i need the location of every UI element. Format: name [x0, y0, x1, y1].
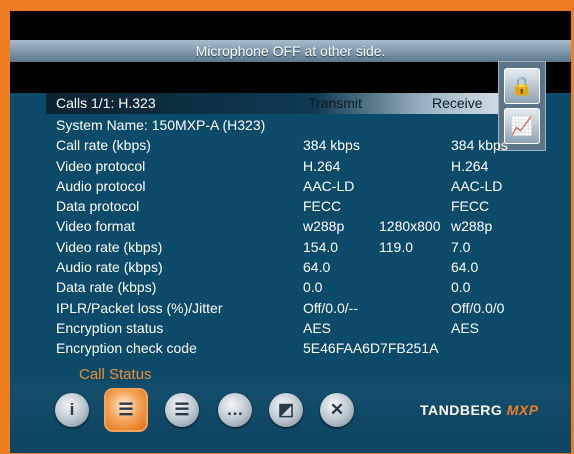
logo-brand: TANDBERG	[420, 402, 503, 418]
close-icon[interactable]: ✕	[320, 393, 354, 427]
transmit-value: 5E46FAA6D7FB251A	[303, 340, 439, 357]
row-label: Encryption check code	[56, 340, 197, 357]
receive-value: 7.0	[451, 238, 471, 255]
row-label: Data protocol	[56, 198, 140, 215]
transmit-header: Transmit	[308, 95, 362, 111]
calls-count-label: Calls 1/1: H.323	[56, 95, 156, 111]
notification-banner: Microphone OFF at other side.	[10, 40, 571, 62]
table-row: IPLR/Packet loss (%)/Jitter Off/0.0/-- Off…	[10, 298, 571, 318]
transmit-value: 64.0	[303, 259, 331, 276]
menu-icon-bar: i ☰ ☰ … ◩ ✕ TANDBERG MXP	[10, 383, 571, 439]
receive-value: AES	[451, 319, 480, 336]
row-label: System Name: 150MXP-A (H323)	[56, 117, 266, 133]
row-label: Video rate (kbps)	[56, 238, 163, 255]
table-row: Data rate (kbps) 0.0 0.0	[10, 277, 571, 297]
call-status-tab-label: Call Status	[79, 366, 152, 383]
row-label: Encryption status	[56, 319, 164, 336]
table-row: Encryption status AES AES	[10, 318, 571, 338]
receive-value: 384 kbps	[451, 137, 508, 154]
call-status-table: System Name: 150MXP-A (H323) Call rate (k…	[10, 115, 571, 359]
table-row: Encryption check code 5E46FAA6D7FB251A	[10, 338, 571, 358]
row-label: Audio protocol	[56, 177, 146, 194]
logo-model: MXP	[506, 402, 539, 418]
receive-value: 0.0	[451, 279, 471, 296]
transmit-extra-value: 119.0	[379, 238, 413, 255]
info-icon[interactable]: i	[55, 393, 89, 427]
call-status-screen: Microphone OFF at other side. Calls 1/1:…	[10, 11, 571, 453]
row-label: Video protocol	[56, 157, 146, 174]
table-row: Call rate (kbps) 384 kbps 384 kbps	[10, 135, 571, 155]
receive-value: w288p	[451, 218, 493, 235]
transmit-value: H.264	[303, 157, 341, 174]
table-row: Audio rate (kbps) 64.0 64.0	[10, 257, 571, 277]
row-label: Audio rate (kbps)	[56, 259, 163, 276]
transmit-value: 384 kbps	[303, 137, 360, 154]
call-status-icon[interactable]: ☰	[106, 390, 146, 430]
row-label: IPLR/Packet loss (%)/Jitter	[56, 299, 223, 316]
transmit-value: Off/0.0/--	[303, 299, 358, 316]
chart-icon[interactable]: ◩	[269, 393, 303, 427]
transmit-value: AAC-LD	[303, 177, 355, 194]
receive-value: FECC	[451, 198, 490, 215]
table-row: System Name: 150MXP-A (H323)	[10, 115, 571, 135]
receive-value: Off/0.0/0	[451, 299, 505, 316]
table-row: Video protocol H.264 H.264	[10, 156, 571, 176]
receive-header: Receive	[432, 95, 483, 111]
transmit-value: FECC	[303, 198, 342, 215]
header-band	[10, 62, 571, 93]
transmit-value: 0.0	[303, 279, 323, 296]
row-label: Data rate (kbps)	[56, 279, 157, 296]
receive-value: 64.0	[451, 259, 479, 276]
transmit-value: AES	[303, 319, 332, 336]
call-list-icon[interactable]: ☰	[165, 393, 199, 427]
row-label: Call rate (kbps)	[56, 137, 151, 154]
lock-icon[interactable]: 🔒	[504, 68, 540, 104]
more-icon[interactable]: …	[218, 393, 252, 427]
table-row: Video rate (kbps) 154.0 119.0 7.0	[10, 237, 571, 257]
table-row: Video format w288p 1280x800 w288p	[10, 216, 571, 236]
table-row: Audio protocol AAC-LD AAC-LD	[10, 176, 571, 196]
table-row: Data protocol FECC FECC	[10, 196, 571, 216]
bottom-strip	[10, 439, 571, 453]
row-label: Video format	[56, 218, 136, 235]
tab-bar: Call Status	[48, 365, 408, 385]
receive-value: AAC-LD	[451, 177, 503, 194]
top-bar	[10, 11, 571, 40]
transmit-extra-value: 1280x800	[379, 218, 441, 235]
transmit-value: w288p	[303, 218, 345, 235]
tandberg-logo: TANDBERG MXP	[420, 402, 539, 418]
transmit-value: 154.0	[303, 238, 339, 255]
calls-header: Calls 1/1: H.323 Transmit Receive	[46, 93, 536, 114]
receive-value: H.264	[451, 157, 489, 174]
